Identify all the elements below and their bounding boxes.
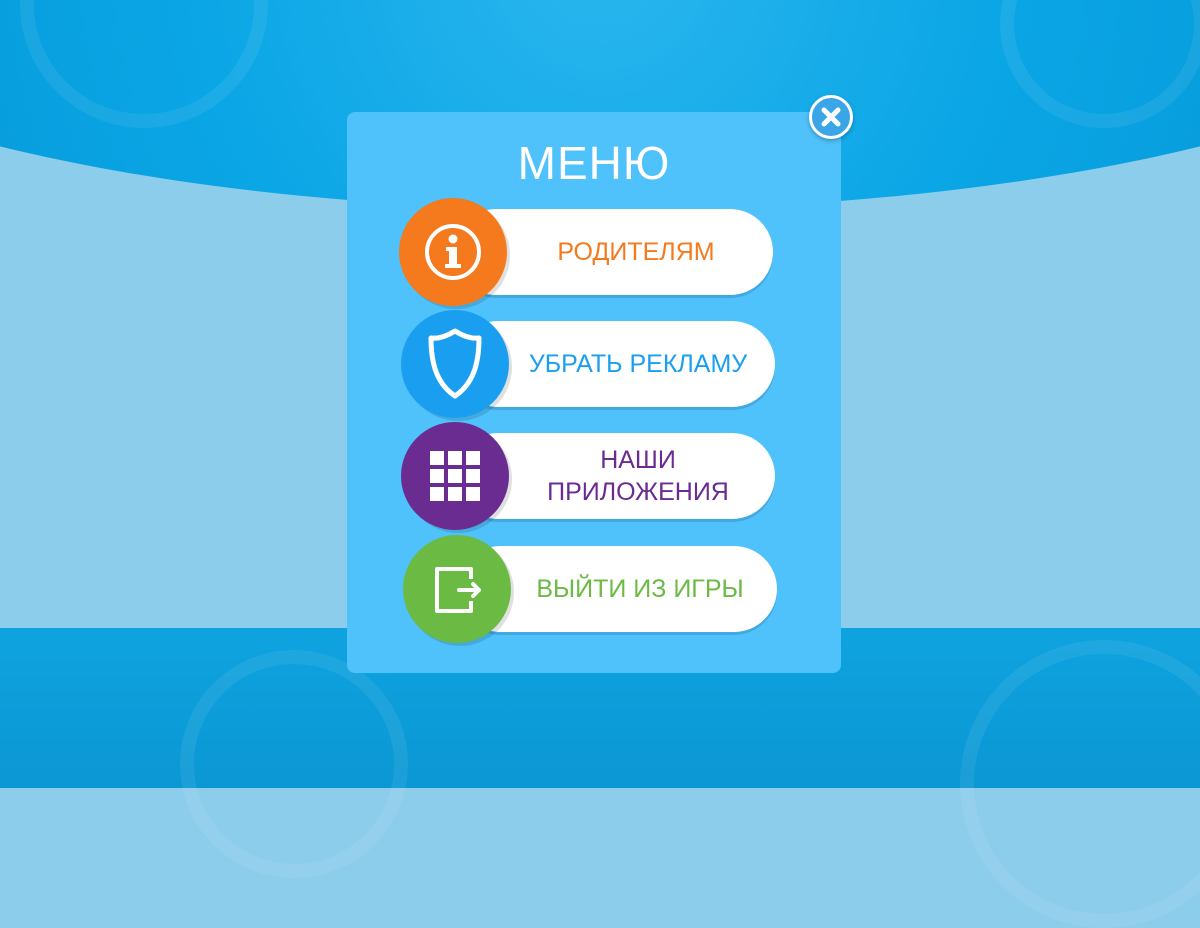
- shield-icon-button[interactable]: [401, 310, 509, 418]
- background-decoration: [180, 650, 408, 878]
- menu-item-label: РОДИТЕЛЯМ: [557, 238, 715, 266]
- menu-item-exit-game[interactable]: ВЫЙТИ ИЗ ИГРЫ: [401, 535, 781, 643]
- info-icon: [425, 224, 481, 280]
- close-button[interactable]: [809, 95, 853, 139]
- menu-item-label: НАШИ ПРИЛОЖЕНИЯ: [511, 433, 765, 519]
- exit-icon: [435, 567, 481, 613]
- menu-item-label: ВЫЙТИ ИЗ ИГРЫ: [536, 575, 744, 603]
- menu-item-our-apps[interactable]: НАШИ ПРИЛОЖЕНИЯ: [399, 422, 779, 530]
- close-icon: [821, 107, 841, 127]
- menu-item-remove-ads[interactable]: УБРАТЬ РЕКЛАМУ: [399, 310, 779, 418]
- menu-item-label: УБРАТЬ РЕКЛАМУ: [528, 350, 748, 378]
- shield-icon: [428, 328, 482, 399]
- menu-item-parents[interactable]: РОДИТЕЛЯМ: [399, 198, 779, 306]
- grid-icon-button[interactable]: [401, 422, 509, 530]
- menu-title: МЕНЮ: [517, 137, 671, 189]
- grid-icon: [430, 451, 480, 501]
- menu-item-label-line2: ПРИЛОЖЕНИЯ: [547, 478, 729, 506]
- menu-item-label-line1: НАШИ: [600, 446, 676, 474]
- exit-icon-button[interactable]: [403, 535, 511, 643]
- info-icon-button[interactable]: [399, 198, 507, 306]
